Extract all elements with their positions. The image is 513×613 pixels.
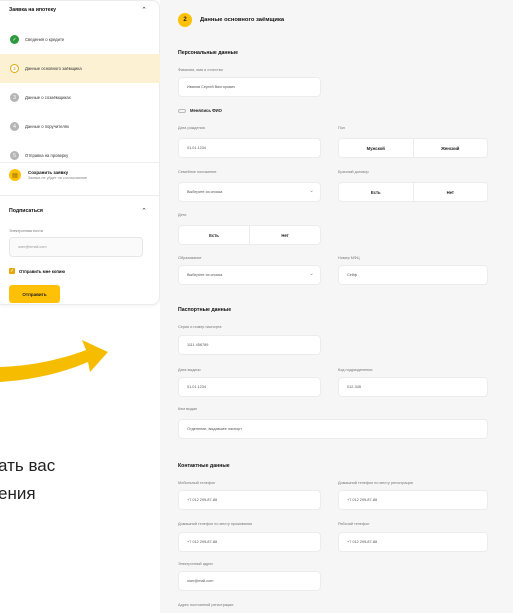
- passport-section-title: Паспортные данные: [178, 307, 232, 313]
- check-icon: ✓: [9, 268, 15, 274]
- home-phone-reg-label: Домашний телефон по месту регистрации: [338, 481, 413, 485]
- division-code-label: Код подразделения: [338, 368, 373, 372]
- children-label: Дети: [178, 213, 187, 217]
- steps-title: Заявка на ипотеку: [9, 7, 57, 13]
- passport-series-label: Серия и номер паспорта: [178, 325, 222, 329]
- email-label: Электронная почта: [9, 229, 43, 233]
- step-number-icon: 4: [10, 122, 19, 131]
- issued-by-label: Кем выдан: [178, 407, 198, 411]
- contract-option-no[interactable]: Нет: [412, 183, 488, 201]
- passport-series-input[interactable]: 1111 456789: [178, 335, 321, 355]
- step-number-icon: 3: [10, 93, 19, 102]
- issue-date-input[interactable]: 01.01.1234: [178, 377, 321, 397]
- gender-option-male[interactable]: Мужской: [339, 139, 413, 157]
- work-phone-input[interactable]: +7 012 299-87-88: [338, 532, 488, 552]
- promo-line-1: ать вас: [0, 456, 56, 475]
- promo-line-2: ения: [0, 484, 36, 503]
- save-icon: ▤: [9, 169, 21, 181]
- step-number-badge: 2: [178, 13, 192, 27]
- step-label: Сведения о кредите: [25, 37, 65, 42]
- step-label: Данные основного заёмщика: [25, 66, 82, 71]
- copy-checkbox-label: Отправить мне копию: [19, 268, 66, 274]
- borrower-form: 2 Данные основного заёмщика Персональные…: [160, 0, 504, 613]
- email-input[interactable]: user@email.com: [9, 237, 143, 257]
- step-label: Отправка на проверку: [25, 153, 69, 158]
- marital-status-label: Семейное положение: [178, 170, 217, 174]
- application-panel: Заявка на ипотеку ⌃ ✓ Сведения о кредите 2…: [0, 0, 160, 305]
- contract-option-yes[interactable]: Есть: [339, 183, 413, 201]
- birth-date-input[interactable]: 01.01.1234: [178, 138, 321, 158]
- email-address-label: Электронный адрес: [178, 562, 214, 566]
- step-number-icon: 5: [10, 151, 19, 160]
- send-button[interactable]: Отправить: [9, 285, 60, 303]
- step-item[interactable]: ✓ Сведения о кредите: [0, 25, 160, 54]
- children-switch[interactable]: Есть Нет: [178, 225, 321, 245]
- save-title: Сохранить заявку: [28, 170, 69, 175]
- marital-status-select[interactable]: Выберите из списка: [178, 182, 321, 202]
- home-phone-reg-input[interactable]: +7 012 299-87-88: [338, 490, 488, 510]
- divider: [0, 195, 160, 196]
- save-subtitle: Заявка не уйдет на согласование: [28, 176, 88, 180]
- gender-label: Пол: [338, 126, 345, 130]
- personal-section-title: Персональные данные: [178, 50, 238, 56]
- gender-option-female[interactable]: Женский: [412, 139, 488, 157]
- step-label: Данные о поручителях: [25, 124, 70, 129]
- mfc-number-label: Номер МФЦ: [338, 256, 360, 260]
- mfc-number-input[interactable]: Сейф: [338, 265, 488, 285]
- contacts-section-title: Контактные данные: [178, 463, 230, 469]
- copy-checkbox[interactable]: ✓ Отправить мне копию: [9, 268, 65, 274]
- mobile-phone-label: Мобильный телефон: [178, 481, 216, 485]
- toggle-icon: [178, 108, 186, 113]
- step-item[interactable]: 5 Отправка на проверку: [0, 141, 160, 170]
- birth-date-label: Дата рождения: [178, 126, 205, 130]
- step-item[interactable]: 4 Данные о поручителях: [0, 112, 160, 141]
- fio-label: Фамилия, имя и отчество: [178, 68, 223, 72]
- marriage-contract-label: Брачный договор: [338, 170, 369, 174]
- step-label: Данные о созаёмщиках: [25, 95, 71, 100]
- name-changed-toggle[interactable]: Менялись ФИО: [178, 108, 222, 113]
- children-option-no[interactable]: Нет: [249, 226, 320, 244]
- step-item[interactable]: 2 Данные основного заёмщика: [0, 54, 160, 83]
- step-item[interactable]: 3 Данные о созаёмщиках: [0, 83, 160, 112]
- gender-switch[interactable]: Мужской Женский: [338, 138, 488, 158]
- promo-text: ать вас ения: [0, 452, 55, 508]
- subscribe-title: Подписаться: [9, 208, 43, 214]
- save-application-button[interactable]: ▤ Сохранить заявку Заявка не уйдет на со…: [9, 169, 87, 181]
- form-header: 2 Данные основного заёмщика: [178, 13, 284, 27]
- marriage-contract-switch[interactable]: Есть Нет: [338, 182, 488, 202]
- home-phone-live-input[interactable]: +7 012 299-87-88: [178, 532, 321, 552]
- chevron-up-icon[interactable]: ⌃: [141, 7, 147, 14]
- education-label: Образование: [178, 256, 202, 260]
- divider: [0, 162, 160, 163]
- mobile-phone-input[interactable]: +7 012 299-87-88: [178, 490, 321, 510]
- division-code-input[interactable]: 012-345: [338, 377, 488, 397]
- registration-address-label: Адрес постоянной регистрации: [178, 603, 234, 607]
- education-select[interactable]: Выберите из списка: [178, 265, 321, 285]
- email-address-input[interactable]: user@mail.com: [178, 571, 321, 591]
- home-phone-live-label: Домашний телефон по месту проживания: [178, 522, 253, 526]
- step-number-icon: 2: [10, 64, 19, 73]
- name-changed-label: Менялись ФИО: [190, 108, 222, 113]
- arrow-decoration-icon: [0, 340, 108, 382]
- fio-input[interactable]: Иванов Сергей Викторович: [178, 77, 321, 97]
- children-option-yes[interactable]: Есть: [179, 226, 249, 244]
- steps-list: ✓ Сведения о кредите 2 Данные основного заё…: [0, 25, 160, 170]
- chevron-up-icon[interactable]: ⌃: [141, 208, 147, 215]
- issue-date-label: Дата выдачи: [178, 368, 201, 372]
- form-area: 2 Данные основного заёмщика Персональные…: [160, 0, 513, 613]
- check-icon: ✓: [10, 35, 19, 44]
- work-phone-label: Рабочий телефон: [338, 522, 370, 526]
- form-title: Данные основного заёмщика: [200, 17, 285, 23]
- sidebar: Заявка на ипотеку ⌃ ✓ Сведения о кредите 2…: [0, 0, 160, 613]
- issued-by-input[interactable]: Отделение, выдавшее паспорт: [178, 419, 488, 439]
